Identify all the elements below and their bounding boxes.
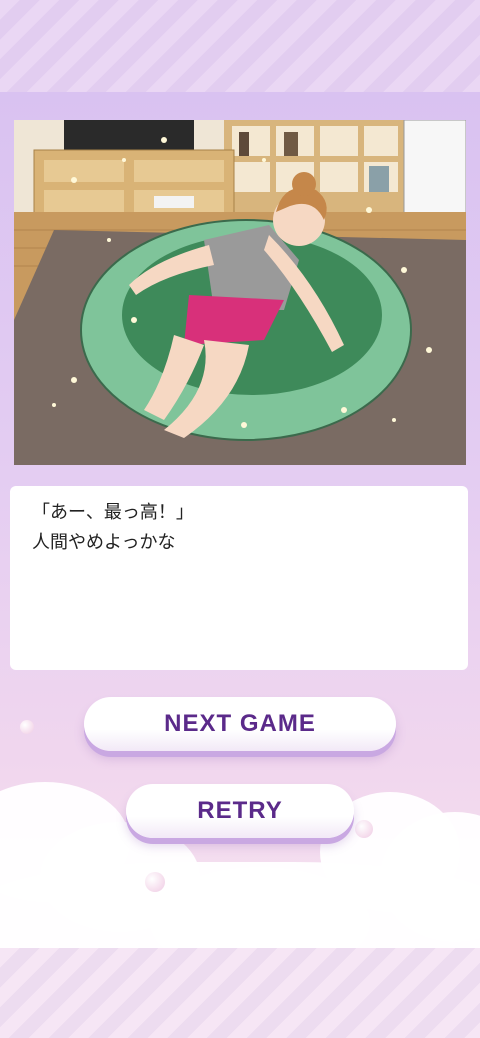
bubble bbox=[145, 872, 165, 892]
top-stripe-background bbox=[0, 0, 480, 92]
dialog-line-2: 人間やめよっかな bbox=[32, 532, 176, 553]
dialog-line-1: 「あー、最っ高！」 bbox=[32, 502, 194, 523]
woman-relaxing-on-beanbag-illustration bbox=[14, 120, 466, 465]
bubble bbox=[355, 820, 373, 838]
next-game-button[interactable]: NEXT GAME bbox=[84, 697, 396, 751]
scene-illustration bbox=[14, 120, 466, 465]
dialog-box: 「あー、最っ高！」 人間やめよっかな bbox=[10, 486, 468, 670]
cloud bbox=[0, 862, 480, 948]
bubble bbox=[20, 720, 34, 734]
retry-button[interactable]: RETRY bbox=[126, 784, 354, 838]
bottom-stripe-background bbox=[0, 948, 480, 1038]
